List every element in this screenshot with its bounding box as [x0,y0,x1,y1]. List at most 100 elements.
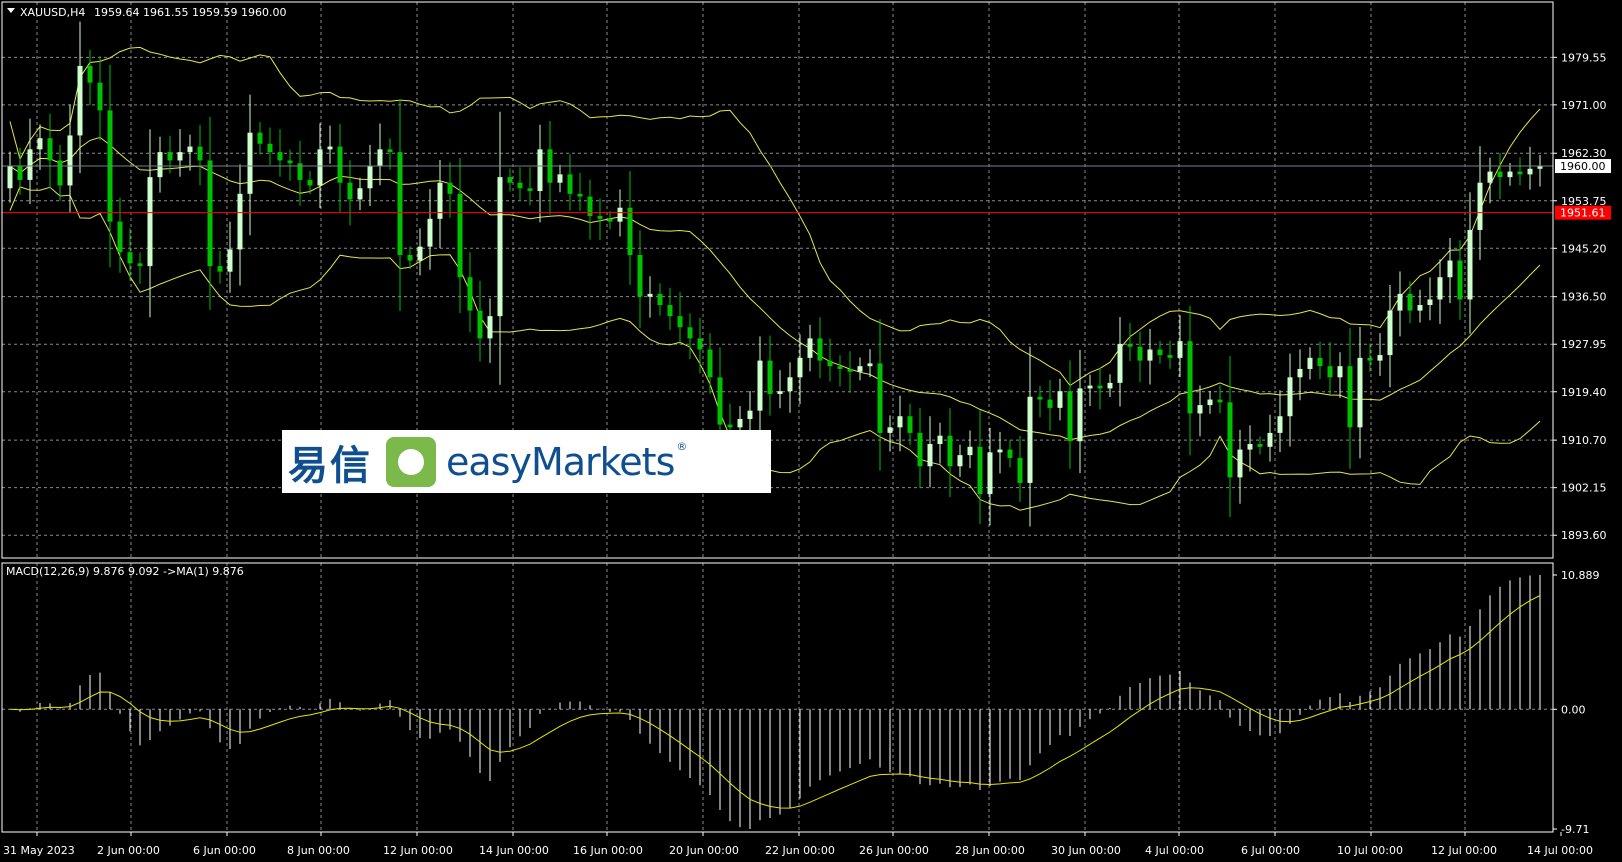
candle-body [127,252,133,264]
time-tick-label: 14 Jun 00:00 [479,844,549,857]
logo-brand-text: easyMarkets ® [446,439,687,484]
candle-body [1157,349,1163,356]
candle-body [1067,391,1073,442]
candle-body [457,193,463,278]
candle-body [537,149,543,192]
time-tick-label: 28 Jun 00:00 [955,844,1025,857]
time-tick-label: 8 Jun 00:00 [287,844,350,857]
candle-body [1177,341,1183,358]
price-tick-label: 1936.50 [1561,291,1607,304]
candle-body [517,182,523,189]
candle-body [1047,399,1053,408]
time-tick-label: 2 Jun 00:00 [97,844,160,857]
candle-body [927,444,933,467]
time-tick-label: 12 Jul 00:00 [1431,844,1497,857]
candle-body [1447,260,1453,278]
macd-pane-frame [1,562,1554,833]
candle-body [527,188,533,192]
candle-body [1197,405,1203,414]
candle-body [1147,349,1153,361]
candle-body [867,363,873,367]
candle-body [1267,432,1273,447]
candle-body [887,427,893,433]
candle-body [497,177,503,317]
candle-body [87,65,93,83]
candle-body [167,152,173,161]
price-tick-label: 1902.15 [1561,482,1607,495]
candle-body [707,349,713,378]
candle-body [7,166,13,189]
candle-body [1057,391,1063,408]
time-tick-label: 6 Jun 00:00 [193,844,256,857]
candle-body [1167,355,1173,358]
logo-badge-icon [386,436,436,487]
candle-body [727,424,733,428]
time-tick-label: 20 Jun 00:00 [669,844,739,857]
trading-chart[interactable]: 1979.551971.001962.301953.751945.201936.… [0,0,1622,862]
candle-body [1257,444,1263,447]
candle-body [1427,299,1433,306]
macd-signal-line [9,595,1541,809]
current-price-value: 1960.00 [1560,160,1606,173]
candle-body [437,182,443,219]
candle-body [1497,171,1503,178]
time-tick-label: 4 Jul 00:00 [1145,844,1204,857]
candle-body [47,138,53,161]
time-axis: 31 May 2023 2 Jun 00:00 6 Jun 00:00 8 Jun 0… [3,832,1593,857]
candle-body [1337,366,1343,378]
candle-body [397,152,403,255]
price-tick-label: 1927.95 [1561,338,1607,351]
candle-body [917,432,923,467]
candle-body [1217,399,1223,403]
candle-body [407,254,413,261]
candle-body [467,277,473,311]
candle-body [1397,293,1403,311]
candle-body [1487,171,1493,183]
candle-body [197,146,203,161]
price-tick-label: 1919.40 [1561,386,1607,399]
price-tick-label: 1945.20 [1561,242,1607,255]
candle-body [1287,377,1293,417]
candle-body [447,182,453,194]
candle-body [97,82,103,111]
candle-body [387,149,393,153]
candle-body [777,391,783,394]
candle-body [477,310,483,339]
candle-body [1417,305,1423,311]
easymarkets-logo: 易信 easyMarkets ® [282,430,771,493]
candle-body [337,146,343,183]
candle-body [557,174,563,183]
candle-body [27,149,33,180]
candle-body [967,446,973,456]
price-tick-label: 1971.00 [1561,99,1607,112]
candle-body [987,452,993,495]
candle-body [187,146,193,153]
candle-body [1037,396,1043,400]
candle-body [1387,310,1393,356]
candle-body [37,138,43,150]
candle-body [957,455,963,467]
dropdown-triangle-icon[interactable] [7,8,15,13]
macd-indicator [9,575,1541,829]
candle-body [677,316,683,328]
candle-body [1117,343,1123,383]
candle-body [1107,382,1113,389]
candle-body [767,360,773,394]
time-tick-label: 30 Jun 00:00 [1051,844,1121,857]
candle-body [1317,357,1323,367]
candle-body [267,143,273,153]
candle-body [1237,449,1243,478]
candle-body [1527,168,1533,175]
candle-body [787,377,793,392]
macd-tick-label: -9.71 [1561,823,1589,836]
time-tick-label: 31 May 2023 [3,844,75,857]
candle-body [897,416,903,428]
candle-body [717,377,723,425]
candle-body [177,152,183,161]
candle-body [797,357,803,378]
candle-body [1327,366,1333,378]
candle-body [1467,229,1473,300]
candle-body [1277,416,1283,433]
candle-body [757,360,763,411]
candlestick-series [7,21,1543,527]
